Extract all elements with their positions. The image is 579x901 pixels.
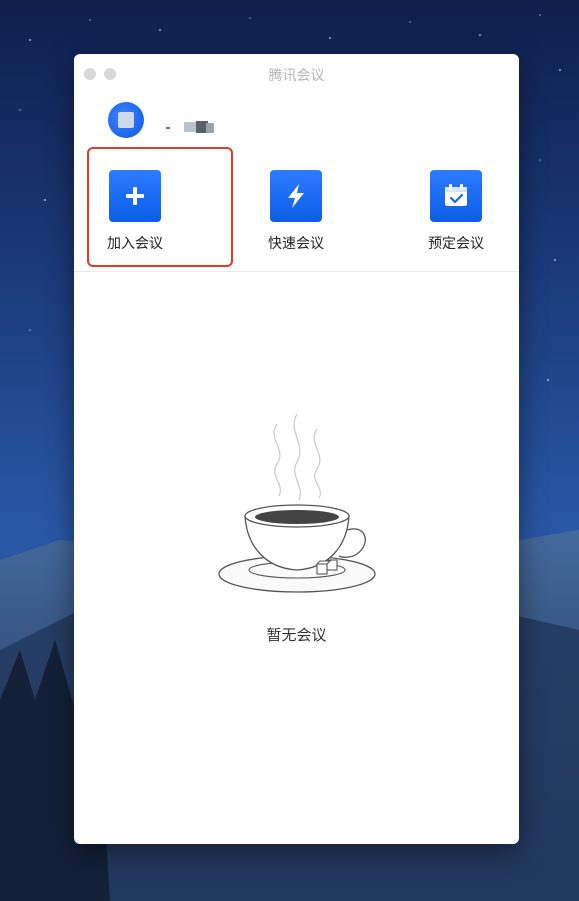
calendar-check-icon	[430, 170, 482, 222]
quick-meeting-label: 快速会议	[268, 236, 324, 252]
schedule-meeting-label: 预定会议	[428, 236, 484, 252]
section-divider	[74, 271, 519, 272]
lightning-icon	[270, 170, 322, 222]
window-title: 腾讯会议	[268, 68, 325, 84]
title-bar[interactable]: 腾讯会议	[74, 54, 519, 94]
quick-meeting-button[interactable]: 快速会议	[251, 170, 341, 253]
avatar[interactable]	[108, 102, 144, 138]
coffee-cup-illustration	[217, 413, 376, 593]
highlight-box	[87, 147, 233, 267]
user-name-obscured	[166, 119, 226, 133]
empty-state-text: 暂无会议	[266, 626, 327, 644]
empty-state: 暂无会议	[74, 404, 519, 645]
avatar-image	[118, 112, 134, 128]
app-window: 腾讯会议 加入会议 快速会议 预定会议 暂无会议	[74, 54, 519, 844]
schedule-meeting-button[interactable]: 预定会议	[411, 170, 501, 253]
